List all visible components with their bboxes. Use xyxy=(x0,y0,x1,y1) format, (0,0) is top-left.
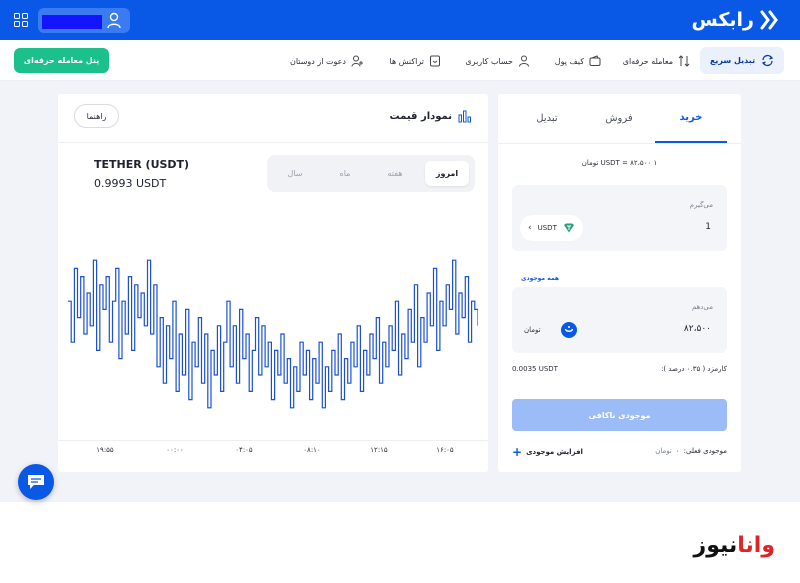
user-add-icon xyxy=(351,55,363,67)
coin-price: 0.9993 USDT xyxy=(94,177,167,190)
receive-label: می‌گیرم xyxy=(689,201,713,209)
nav-account-label: حساب کاربری xyxy=(465,56,513,66)
receive-currency-label: USDT xyxy=(537,224,557,232)
wallet-icon xyxy=(589,55,601,66)
pay-currency-display: تومان xyxy=(520,317,581,343)
nav-transactions[interactable]: تراکنش ها xyxy=(390,54,441,68)
watermark-part-a: وانا xyxy=(737,533,775,558)
trade-card: خرید فروش تبدیل ۱ USDT = ۸۲،۵۰۰ تومان می… xyxy=(498,94,741,472)
x-tick-label: ۰۴:۰۵ xyxy=(235,446,253,454)
submit-button[interactable]: موجودی ناکافی xyxy=(512,399,727,431)
receipt-icon xyxy=(430,55,440,67)
main-nav: تبدیل سریع معامله حرفه‌ای کیف پول حساب ک… xyxy=(0,40,800,81)
logo-mark-icon xyxy=(760,10,778,30)
pro-panel-button[interactable]: پنل معامله حرفه‌ای xyxy=(14,48,109,73)
plus-icon: + xyxy=(512,445,523,459)
logo[interactable]: رابکس xyxy=(692,8,779,32)
chevron-left-icon: ‹ xyxy=(528,223,532,233)
x-tick-label: ۱۲:۱۵ xyxy=(370,446,388,454)
divider xyxy=(58,142,488,143)
nav-quick-swap-label: تبدیل سریع xyxy=(709,56,756,65)
divider xyxy=(498,143,741,144)
user-name-redacted xyxy=(42,15,102,29)
nav-quick-swap[interactable]: تبدیل سریع xyxy=(700,47,784,74)
receive-currency-select[interactable]: ‹ USDT xyxy=(520,215,583,241)
chart-title: نمودار قیمت xyxy=(390,109,472,123)
apps-grid-icon[interactable] xyxy=(14,13,28,27)
period-tab-year[interactable]: سال xyxy=(273,161,317,186)
fee-value: 0.0035 USDT xyxy=(512,365,558,373)
coin-name: TETHER (USDT) xyxy=(94,158,190,171)
pay-label: می‌دهم xyxy=(691,303,713,311)
x-tick-label: ۱۶:۰۵ xyxy=(436,446,454,454)
tab-convert[interactable]: تبدیل xyxy=(511,94,583,143)
chart-title-text: نمودار قیمت xyxy=(389,110,452,122)
toman-icon xyxy=(560,322,577,338)
watermark-logo: وانانیوز xyxy=(694,533,775,558)
pay-field[interactable]: می‌دهم ۸۲،۵۰۰ تومان xyxy=(512,287,727,353)
nav-pro-trade[interactable]: معامله حرفه‌ای xyxy=(623,54,690,68)
period-tab-month[interactable]: ماه xyxy=(323,161,367,186)
nav-wallet-label: کیف پول xyxy=(554,56,584,66)
support-chat-button[interactable] xyxy=(18,464,54,500)
main-content: نمودار قیمت راهنما TETHER (USDT) 0.9993 … xyxy=(0,81,800,502)
balance-value: ۰ xyxy=(675,447,680,455)
guide-button[interactable]: راهنما xyxy=(74,104,119,128)
period-selector: امروز هفته ماه سال xyxy=(267,155,475,192)
fee-label: کارمزد ( ۰.۳۵ درصد ): xyxy=(661,365,727,373)
current-balance: موجودی فعلی: ۰ تومان xyxy=(655,447,727,455)
balance-unit: تومان xyxy=(655,447,672,455)
tab-buy[interactable]: خرید xyxy=(655,94,727,143)
user-icon xyxy=(107,12,121,29)
bar-chart-icon xyxy=(458,110,471,123)
user-outline-icon xyxy=(519,55,529,67)
price-chart-card: نمودار قیمت راهنما TETHER (USDT) 0.9993 … xyxy=(58,94,488,472)
receive-field[interactable]: می‌گیرم 1 ‹ USDT xyxy=(512,185,727,251)
x-tick-label: ۱۹:۵۵ xyxy=(96,446,114,454)
exchange-rate: ۱ USDT = ۸۲،۵۰۰ تومان xyxy=(581,159,658,167)
logo-text: رابکس xyxy=(691,9,754,31)
pay-currency-label: تومان xyxy=(524,326,541,334)
tab-sell[interactable]: فروش xyxy=(583,94,655,143)
add-balance-label: افزایش موجودی xyxy=(526,448,583,456)
tether-icon xyxy=(563,223,574,233)
swap-icon xyxy=(761,54,774,67)
arrows-updown-icon xyxy=(678,55,690,67)
nav-wallet[interactable]: کیف پول xyxy=(555,54,601,68)
user-account-button[interactable] xyxy=(38,8,130,33)
period-tab-today[interactable]: امروز xyxy=(425,161,469,186)
balance-label: موجودی فعلی: xyxy=(683,447,727,455)
all-balance-link[interactable]: همه موجودی xyxy=(521,275,559,282)
top-header: رابکس xyxy=(0,0,800,40)
chat-bubble-icon xyxy=(28,475,44,489)
nav-invite[interactable]: دعوت از دوستان xyxy=(290,54,363,68)
nav-account[interactable]: حساب کاربری xyxy=(465,54,530,68)
price-line-chart xyxy=(68,259,478,409)
receive-amount-input[interactable]: 1 xyxy=(705,222,711,232)
add-balance-link[interactable]: افزایش موجودی + xyxy=(512,445,583,459)
watermark-part-b: نیوز xyxy=(693,533,738,558)
x-tick-label: ۰۸:۱۰ xyxy=(303,446,321,454)
pay-amount-input[interactable]: ۸۲،۵۰۰ xyxy=(684,324,711,334)
x-axis-line xyxy=(58,440,488,441)
nav-invite-label: دعوت از دوستان xyxy=(289,56,346,66)
price-series-line xyxy=(68,259,478,409)
nav-pro-trade-label: معامله حرفه‌ای xyxy=(622,56,673,66)
period-tab-week[interactable]: هفته xyxy=(373,161,417,186)
x-tick-label: ۰۰:۰۰ xyxy=(166,446,184,454)
nav-transactions-label: تراکنش ها xyxy=(389,56,424,66)
